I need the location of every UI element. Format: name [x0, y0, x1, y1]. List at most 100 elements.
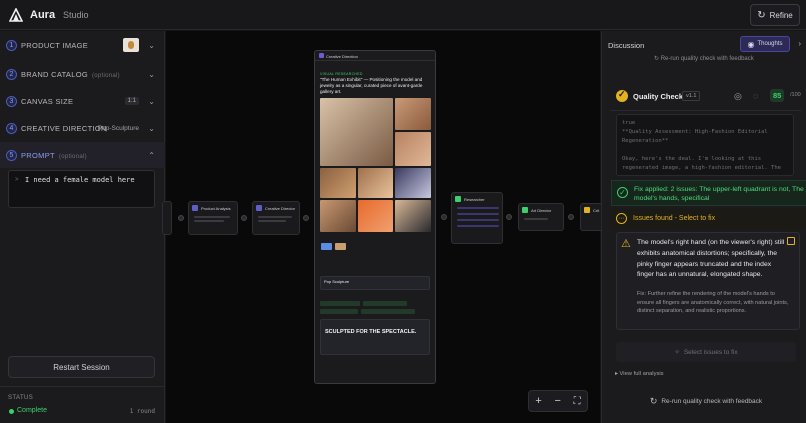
node-line — [457, 225, 499, 227]
step-number: 1 — [6, 39, 17, 51]
step-canvas-size[interactable]: 3 CANVAS SIZE 1:1 ⌄ — [0, 88, 165, 114]
zoom-in-button[interactable]: + — [535, 395, 541, 407]
issue-item[interactable]: ⚠ The model's right hand (on the viewer'… — [616, 232, 800, 330]
status-title: STATUS — [8, 395, 34, 401]
edge-connector — [178, 215, 184, 221]
discussion-panel: Discussion ◉ Thoughts › ↻ Re-run quality… — [601, 31, 806, 423]
workflow-canvas[interactable]: Product Analysis Creative Director Creat… — [162, 31, 604, 423]
node-icon — [192, 205, 198, 211]
palette-swatch — [335, 243, 346, 250]
rerun-top-label: Re-run quality check with feedback — [660, 56, 754, 62]
edge-connector — [441, 214, 447, 220]
chevron-down-icon[interactable]: ⌄ — [148, 70, 155, 79]
moodboard-image — [395, 132, 431, 166]
creative-direction-value: Pop-Sculpture — [97, 124, 139, 132]
node-icon — [256, 205, 262, 211]
prompt-input[interactable]: > I need a female model here — [8, 170, 155, 208]
step-creative-direction[interactable]: 4 CREATIVE DIRECTION Pop-Sculpture ⌄ — [0, 115, 165, 141]
moodboard-image — [320, 200, 356, 232]
step-number: 4 — [6, 122, 17, 134]
chevron-down-icon[interactable]: ⌄ — [148, 124, 155, 133]
thoughts-label: Thoughts — [757, 41, 783, 47]
issue-fix-suggestion: Fix: Further refine the rendering of the… — [637, 291, 789, 315]
chevron-up-icon[interactable]: ⌃ — [148, 151, 155, 160]
product-thumbnail[interactable] — [123, 38, 139, 52]
node-title: Product Analysis — [201, 206, 231, 211]
node-line — [457, 219, 499, 221]
code-line: true — [622, 120, 636, 126]
node-line — [524, 218, 548, 220]
eye-icon[interactable]: ◎ — [734, 91, 742, 102]
rerun-top-link[interactable]: ↻ Re-run quality check with feedback — [654, 55, 754, 62]
round-count: 1 round — [129, 408, 155, 415]
tag-chip — [363, 301, 407, 306]
canvas-ratio-badge: 1:1 — [124, 97, 139, 105]
node-title: Researcher — [464, 197, 485, 202]
optional-tag: (optional) — [91, 72, 120, 79]
node-researcher[interactable]: Researcher — [451, 192, 503, 244]
node-title: Art Director — [531, 208, 552, 213]
wand-icon: ✧ — [674, 349, 680, 356]
step-product-image[interactable]: 1 PRODUCT IMAGE ⌄ — [0, 32, 165, 58]
fit-view-button[interactable]: ⛶ — [574, 396, 581, 407]
issue-select-checkbox[interactable] — [787, 237, 795, 245]
zoom-out-button[interactable]: − — [554, 395, 560, 407]
step-label: PRODUCT IMAGE — [21, 40, 89, 50]
headline-text: SCULPTED FOR THE SPECTACLE. — [325, 329, 417, 335]
document-lead: "The Human Exhibit" — Positioning the mo… — [320, 77, 423, 94]
quality-score: 85 — [770, 89, 785, 102]
node-art-director[interactable]: Art Director — [518, 203, 564, 231]
node-product-analysis[interactable]: Product Analysis — [188, 201, 238, 235]
zoom-controls: + − ⛶ — [528, 390, 588, 412]
chevron-down-icon[interactable]: ⌄ — [148, 97, 155, 106]
chevron-down-icon[interactable]: ⌄ — [148, 41, 155, 50]
chevron-right-icon[interactable]: › — [798, 39, 801, 48]
node-line — [258, 220, 286, 222]
node-partial[interactable] — [162, 201, 172, 235]
status-section: STATUS Complete 1 round — [0, 386, 165, 423]
step-number: 3 — [6, 95, 17, 107]
issues-header-text: Issues found - Select to fix — [633, 215, 716, 222]
brain-icon: ◉ — [747, 39, 755, 49]
step-label-text: PROMPT — [21, 150, 55, 160]
step-label-text: BRAND CATALOG — [21, 69, 88, 79]
status-dot-icon — [9, 409, 14, 414]
warning-icon: ⚠ — [621, 238, 631, 250]
node-line — [194, 220, 224, 222]
app-name: Aura — [30, 9, 56, 21]
select-issues-label: Select issues to fix — [683, 348, 738, 356]
fix-applied-banner: ✓ Fix applied: 2 issues: The upper-left … — [611, 180, 806, 206]
thoughts-button[interactable]: ◉ Thoughts — [740, 36, 790, 52]
tag-chip — [320, 301, 360, 306]
analysis-text-box[interactable]: true **Quality Assessment: High-Fashion … — [616, 114, 794, 176]
step-brand-catalog[interactable]: 2 BRAND CATALOG (optional) ⌄ — [0, 61, 165, 87]
node-creative-director[interactable]: Creative Director — [252, 201, 300, 235]
view-full-analysis-toggle[interactable]: ▸ View full analysis — [615, 371, 664, 377]
check-circle-icon: ✓ — [617, 187, 628, 198]
rerun-label: Re-run quality check with feedback — [661, 397, 763, 405]
restart-session-button[interactable]: Restart Session — [8, 356, 155, 378]
rerun-quality-check-button[interactable]: ↻ Re-run quality check with feedback — [616, 391, 796, 411]
node-icon — [584, 207, 590, 213]
prompt-text[interactable]: I need a female model here — [25, 176, 135, 184]
style-name: Pop Sculpture — [324, 279, 350, 284]
step-label: BRAND CATALOG (optional) — [21, 70, 120, 79]
select-issues-button[interactable]: ✧ Select issues to fix — [616, 342, 796, 362]
document-tag: VISUAL RESEARCHED — [320, 72, 363, 76]
step-prompt[interactable]: 5 PROMPT (optional) ⌃ — [0, 142, 165, 168]
section-title: Studio — [63, 10, 89, 20]
refine-button[interactable]: ↻ Refine — [750, 4, 800, 26]
creative-direction-document[interactable]: Creative Direction VISUAL RESEARCHED "Th… — [314, 50, 436, 384]
quality-check-header: Quality Check v1.1 ◎ ◌ 85 /100 — [610, 83, 801, 111]
node-icon — [455, 196, 461, 202]
edge-connector — [568, 214, 574, 220]
refine-label: Refine — [769, 10, 793, 20]
node-title: Creative Director — [265, 206, 296, 211]
node-line — [457, 213, 499, 215]
step-label: PROMPT (optional) — [21, 151, 87, 160]
refresh-icon: ↻ — [757, 9, 766, 21]
issues-header: ··· Issues found - Select to fix — [611, 209, 806, 229]
code-line: **Quality Assessment: High-Fashion Edito… — [622, 129, 768, 135]
prompt-marker: > — [15, 177, 19, 183]
check-badge-icon — [616, 89, 628, 102]
